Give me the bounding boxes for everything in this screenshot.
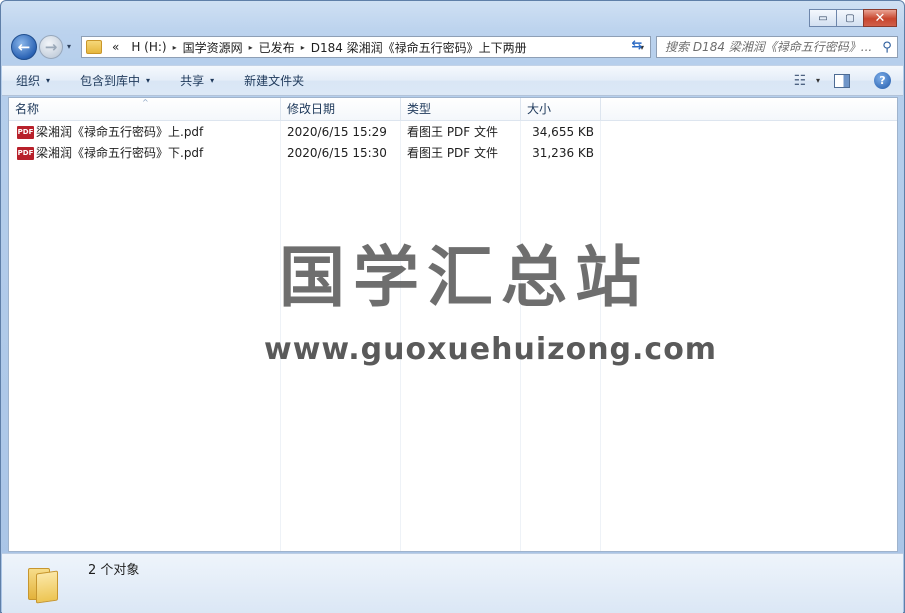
breadcrumb-drive[interactable]: H (H:) xyxy=(125,40,172,54)
back-button[interactable]: ← xyxy=(11,34,37,60)
watermark-url: www.guoxuehuizong.com xyxy=(264,332,718,367)
maximize-button[interactable]: ▢ xyxy=(836,9,864,27)
column-header-name[interactable]: 名称 ^ xyxy=(9,98,281,121)
help-icon[interactable]: ? xyxy=(874,72,891,89)
folder-icon xyxy=(24,562,64,604)
new-folder-button[interactable]: 新建文件夹 xyxy=(244,72,304,89)
preview-pane-icon[interactable] xyxy=(834,73,850,88)
pdf-file-icon: PDF xyxy=(17,145,35,162)
column-header-type[interactable]: 类型 xyxy=(401,98,521,121)
toolbar-right: ☷ ▾ ? xyxy=(790,72,891,89)
column-header-row: 名称 ^ 修改日期 类型 大小 xyxy=(9,98,897,121)
file-size: 31,236 KB xyxy=(532,146,594,160)
share-menu[interactable]: 共享 ▾ xyxy=(180,72,214,89)
caption-buttons: ▭ ▢ ✕ xyxy=(809,9,897,27)
refresh-icon: ⇆ xyxy=(631,37,643,53)
watermark: 国学汇总站 www.guoxuehuizong.com xyxy=(264,238,718,367)
breadcrumb-overflow[interactable]: « xyxy=(106,40,125,54)
file-modified: 2020/6/15 15:29 xyxy=(287,125,387,139)
recent-pages-button[interactable]: ▾ xyxy=(67,42,71,51)
file-row[interactable]: PDF 梁湘润《禄命五行密码》下.pdf 2020/6/15 15:30 看图王… xyxy=(9,143,609,164)
file-name: 梁湘润《禄命五行密码》上.pdf xyxy=(36,125,204,139)
minimize-button[interactable]: ▭ xyxy=(809,9,837,27)
search-icon[interactable]: ⚲ xyxy=(877,40,897,55)
breadcrumb-folder[interactable]: 国学资源网 xyxy=(177,39,249,56)
watermark-title: 国学汇总站 xyxy=(279,239,649,316)
pdf-file-icon: PDF xyxy=(17,124,35,141)
folder-icon xyxy=(86,40,102,54)
organize-label: 组织 xyxy=(16,74,41,88)
explorer-window: ▭ ▢ ✕ ← → ▾ « H (H:) ▸ 国学资源网 ▸ 已发布 ▸ D18… xyxy=(0,0,905,613)
forward-arrow-icon: → xyxy=(44,38,58,56)
file-modified: 2020/6/15 15:30 xyxy=(287,146,387,160)
search-box: ⚲ xyxy=(656,36,898,58)
new-folder-label: 新建文件夹 xyxy=(244,74,305,88)
chevron-down-icon: ▾ xyxy=(146,76,151,85)
file-list: 名称 ^ 修改日期 类型 大小 PDF 梁湘润《禄命五行密码》上.pdf 2020… xyxy=(8,97,898,552)
share-label: 共享 xyxy=(180,74,205,88)
view-options-icon[interactable]: ☷ xyxy=(790,73,810,89)
file-type: 看图王 PDF 文件 xyxy=(407,125,499,139)
command-bar: 组织 ▾ 包含到库中 ▾ 共享 ▾ 新建文件夹 ☷ ▾ ? xyxy=(2,65,903,96)
column-name-label: 名称 xyxy=(15,102,40,116)
chevron-down-icon: ▾ xyxy=(46,76,51,85)
close-button[interactable]: ✕ xyxy=(863,9,897,27)
forward-button[interactable]: → xyxy=(39,35,63,59)
refresh-button[interactable]: ⇆ xyxy=(623,34,651,56)
view-dropdown-icon[interactable]: ▾ xyxy=(816,76,820,85)
search-input[interactable] xyxy=(665,40,877,54)
navigation-bar: ← → ▾ « H (H:) ▸ 国学资源网 ▸ 已发布 ▸ D184 梁湘润《… xyxy=(9,34,898,60)
details-pane: 2 个对象 xyxy=(2,553,903,613)
include-in-library-label: 包含到库中 xyxy=(80,74,141,88)
organize-menu[interactable]: 组织 ▾ xyxy=(16,72,50,89)
item-count: 2 个对象 xyxy=(88,563,140,578)
file-type: 看图王 PDF 文件 xyxy=(407,146,499,160)
address-bar[interactable]: « H (H:) ▸ 国学资源网 ▸ 已发布 ▸ D184 梁湘润《禄命五行密码… xyxy=(81,36,651,58)
file-name: 梁湘润《禄命五行密码》下.pdf xyxy=(36,146,204,160)
column-header-modified[interactable]: 修改日期 xyxy=(281,98,401,121)
file-size: 34,655 KB xyxy=(532,125,594,139)
breadcrumb-current-folder[interactable]: D184 梁湘润《禄命五行密码》上下两册 xyxy=(305,39,533,56)
sort-ascending-icon: ^ xyxy=(142,98,149,107)
chevron-down-icon: ▾ xyxy=(210,76,215,85)
include-in-library-menu[interactable]: 包含到库中 ▾ xyxy=(80,72,150,89)
file-row[interactable]: PDF 梁湘润《禄命五行密码》上.pdf 2020/6/15 15:29 看图王… xyxy=(9,122,609,143)
breadcrumb-folder[interactable]: 已发布 xyxy=(253,39,301,56)
back-arrow-icon: ← xyxy=(17,38,31,56)
column-header-size[interactable]: 大小 xyxy=(521,98,601,121)
